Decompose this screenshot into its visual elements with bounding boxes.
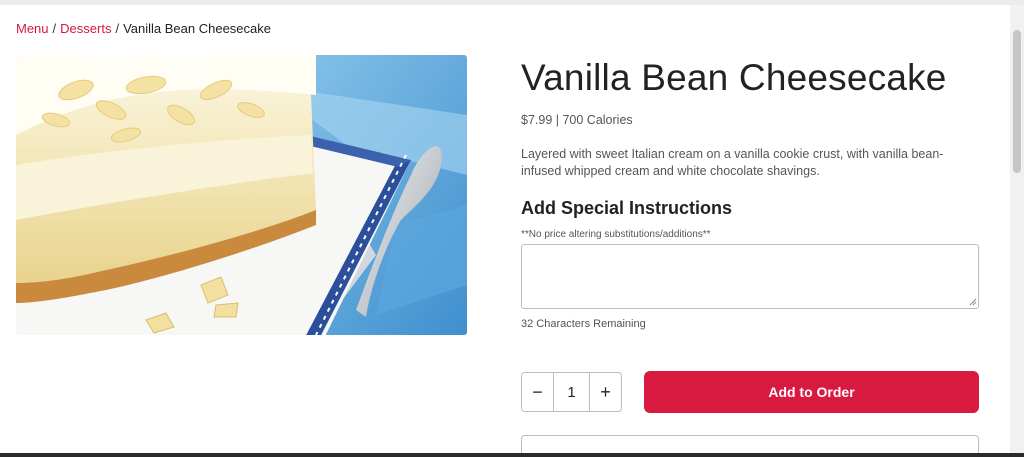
product-title: Vanilla Bean Cheesecake — [521, 57, 947, 98]
special-instructions-note: **No price altering substitutions/additi… — [521, 229, 711, 240]
breadcrumb-separator: / — [115, 21, 120, 36]
characters-remaining: 32 Characters Remaining — [521, 318, 646, 330]
quantity-stepper: − 1 + — [521, 372, 622, 412]
special-instructions-input[interactable] — [521, 244, 979, 309]
special-instructions-heading: Add Special Instructions — [521, 198, 733, 218]
product-image — [16, 55, 467, 335]
scrollbar-thumb[interactable] — [1013, 30, 1021, 173]
increment-button[interactable]: + — [590, 373, 621, 411]
breadcrumb-link-menu[interactable]: Menu — [16, 21, 49, 36]
breadcrumb: Menu / Desserts / Vanilla Bean Cheesecake — [16, 21, 271, 36]
add-to-order-button[interactable]: Add to Order — [644, 371, 979, 413]
bottom-bar — [0, 453, 1024, 457]
quantity-value[interactable]: 1 — [553, 373, 590, 411]
decrement-button[interactable]: − — [522, 373, 553, 411]
cheesecake-photo — [16, 55, 467, 335]
breadcrumb-current: Vanilla Bean Cheesecake — [123, 21, 271, 36]
breadcrumb-separator: / — [52, 21, 57, 36]
breadcrumb-link-desserts[interactable]: Desserts — [60, 21, 111, 36]
resize-grip-icon[interactable] — [969, 298, 977, 306]
price-calories: $7.99 | 700 Calories — [521, 113, 633, 127]
product-description: Layered with sweet Italian cream on a va… — [521, 147, 944, 178]
